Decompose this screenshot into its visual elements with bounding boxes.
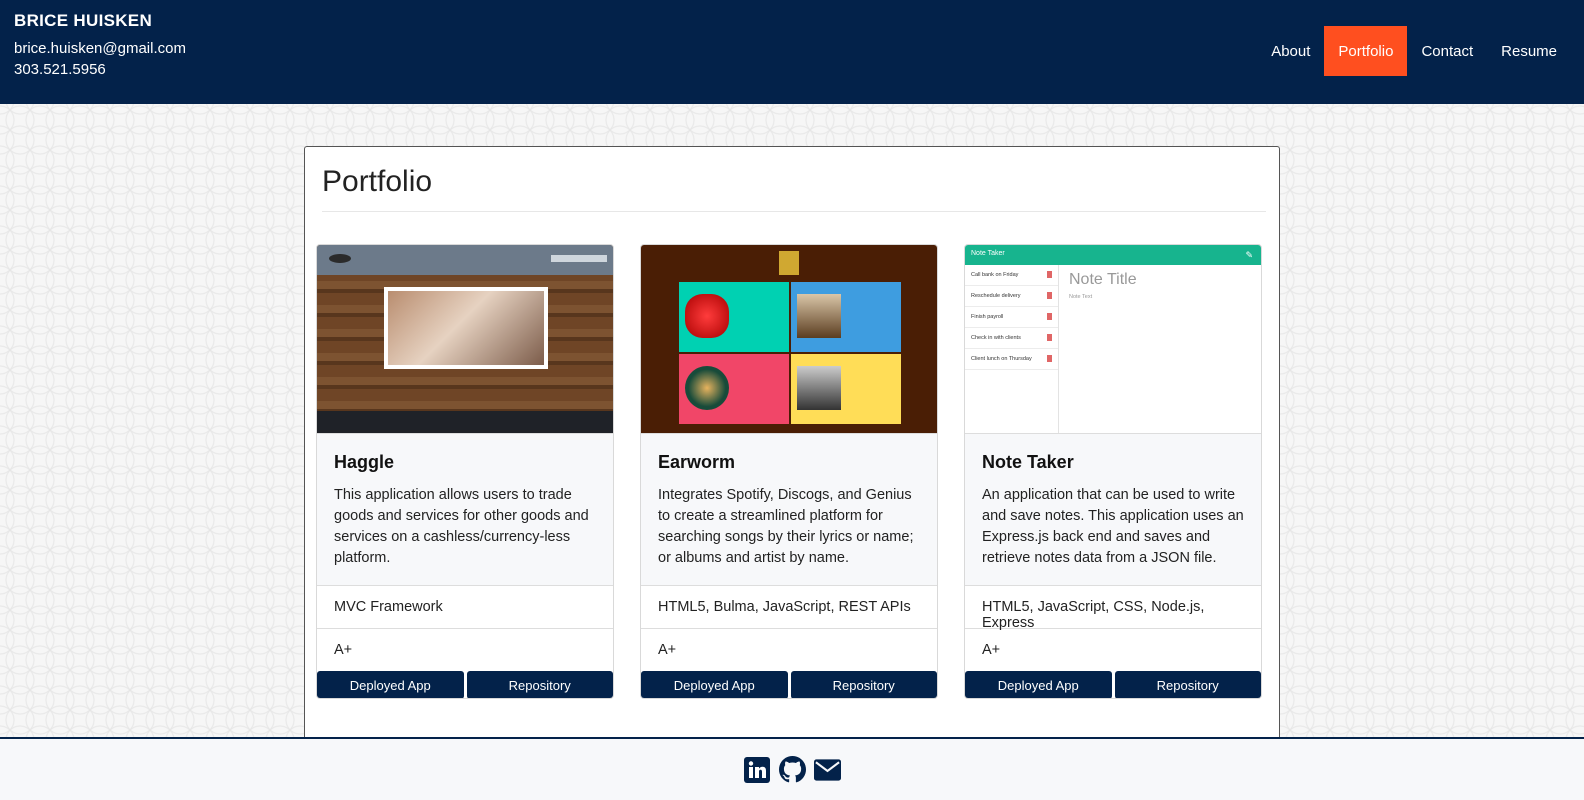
haggle-screenshot-nav: [551, 255, 607, 262]
haggle-screenshot: [317, 245, 613, 433]
note-taker-screenshot-bar: [965, 245, 1261, 265]
card-tech-stack: HTML5, JavaScript, CSS, Node.js, Express: [965, 585, 1261, 631]
note-taker-screenshot: Note Taker ✎ Call bank on Friday Resched…: [965, 245, 1261, 433]
card-tech-stack: HTML5, Bulma, JavaScript, REST APIs: [641, 585, 937, 628]
card-title: Note Taker: [982, 452, 1074, 472]
artist-photo-icon: [797, 366, 841, 410]
site-footer: [0, 737, 1584, 800]
nav-link-contact[interactable]: Contact: [1407, 26, 1487, 76]
brand-block: BRICE HUISKEN brice.huisken@gmail.com 30…: [14, 11, 186, 78]
album-art-icon: [685, 294, 729, 338]
album-art-icon: [797, 294, 841, 338]
note-list-item-label: Call bank on Friday: [971, 272, 1019, 278]
page-title: Portfolio: [322, 165, 433, 198]
linkedin-icon[interactable]: [744, 756, 771, 783]
contact-phone: 303.521.5956: [14, 61, 106, 78]
trash-icon: [1047, 292, 1052, 299]
project-card-earworm: Earworm Integrates Spotify, Discogs, and…: [640, 244, 938, 699]
note-list-item: Client lunch on Thursday: [965, 349, 1058, 370]
album-art-icon: [685, 366, 729, 410]
pencil-icon: ✎: [1245, 250, 1253, 260]
card-title: Haggle: [334, 452, 395, 472]
trash-icon: [1047, 355, 1052, 362]
card-button-group: Deployed App Repository: [641, 671, 937, 698]
earworm-screenshot: [641, 245, 937, 433]
repository-button[interactable]: Repository: [1114, 671, 1261, 698]
haggle-screenshot-hero: [384, 287, 548, 369]
site-owner-name: BRICE HUISKEN: [14, 11, 153, 30]
nav-link-portfolio[interactable]: Portfolio: [1324, 26, 1408, 76]
trash-icon: [1047, 313, 1052, 320]
card-body: Note Taker An application that can be us…: [965, 433, 1261, 585]
title-divider: [322, 211, 1266, 212]
note-list-item-label: Finish payroll: [971, 314, 1004, 320]
card-tech-stack: MVC Framework: [317, 585, 613, 628]
deployed-app-button[interactable]: Deployed App: [641, 671, 788, 698]
main-nav: About Portfolio Contact Resume: [1257, 26, 1571, 76]
deployed-app-button[interactable]: Deployed App: [965, 671, 1112, 698]
card-title: Earworm: [658, 452, 736, 472]
trash-icon: [1047, 334, 1052, 341]
repository-button[interactable]: Repository: [790, 671, 937, 698]
earworm-lyrics-panel: [679, 282, 789, 352]
github-icon[interactable]: [778, 756, 806, 783]
site-header: BRICE HUISKEN brice.huisken@gmail.com 30…: [0, 0, 1584, 104]
haggle-logo-icon: [329, 254, 351, 263]
card-button-group: Deployed App Repository: [965, 671, 1261, 698]
trash-icon: [1047, 271, 1052, 278]
card-button-group: Deployed App Repository: [317, 671, 613, 698]
note-taker-screenshot-title: Note Taker: [971, 250, 1005, 257]
haggle-screenshot-footer: [317, 411, 613, 433]
card-body: Haggle This application allows users to …: [317, 433, 613, 585]
note-list-item: Reschedule delivery: [965, 286, 1058, 307]
note-list-item: Finish payroll: [965, 307, 1058, 328]
repository-button[interactable]: Repository: [466, 671, 613, 698]
card-grade: A+: [317, 628, 613, 671]
card-description: This application allows users to trade g…: [334, 487, 589, 566]
card-description: An application that can be used to write…: [982, 487, 1244, 566]
project-card-note-taker: Note Taker ✎ Call bank on Friday Resched…: [964, 244, 1262, 699]
nav-link-about[interactable]: About: [1257, 26, 1324, 76]
note-title-placeholder: Note Title: [1069, 271, 1137, 288]
note-list-item: Call bank on Friday: [965, 265, 1058, 286]
card-grade: A+: [641, 628, 937, 671]
note-taker-screenshot-list: Call bank on Friday Reschedule delivery …: [965, 265, 1059, 433]
email-icon[interactable]: [813, 756, 841, 783]
note-list-item: Check in with clients: [965, 328, 1058, 349]
note-list-item-label: Reschedule delivery: [971, 293, 1021, 299]
portfolio-panel: Portfolio Haggle This application allows…: [304, 146, 1280, 746]
deployed-app-button[interactable]: Deployed App: [317, 671, 464, 698]
contact-email: brice.huisken@gmail.com: [14, 40, 186, 57]
earworm-logo-icon: [779, 251, 799, 275]
earworm-artists-panel: [791, 354, 901, 424]
nav-link-resume[interactable]: Resume: [1487, 26, 1571, 76]
card-body: Earworm Integrates Spotify, Discogs, and…: [641, 433, 937, 585]
note-text-placeholder: Note Text: [1069, 294, 1093, 300]
note-list-item-label: Check in with clients: [971, 335, 1021, 341]
card-grade: A+: [965, 628, 1261, 671]
project-card-haggle: Haggle This application allows users to …: [316, 244, 614, 699]
card-description: Integrates Spotify, Discogs, and Genius …: [658, 487, 914, 566]
earworm-albums-panel: [791, 282, 901, 352]
note-list-item-label: Client lunch on Thursday: [971, 356, 1032, 362]
earworm-songs-panel: [679, 354, 789, 424]
